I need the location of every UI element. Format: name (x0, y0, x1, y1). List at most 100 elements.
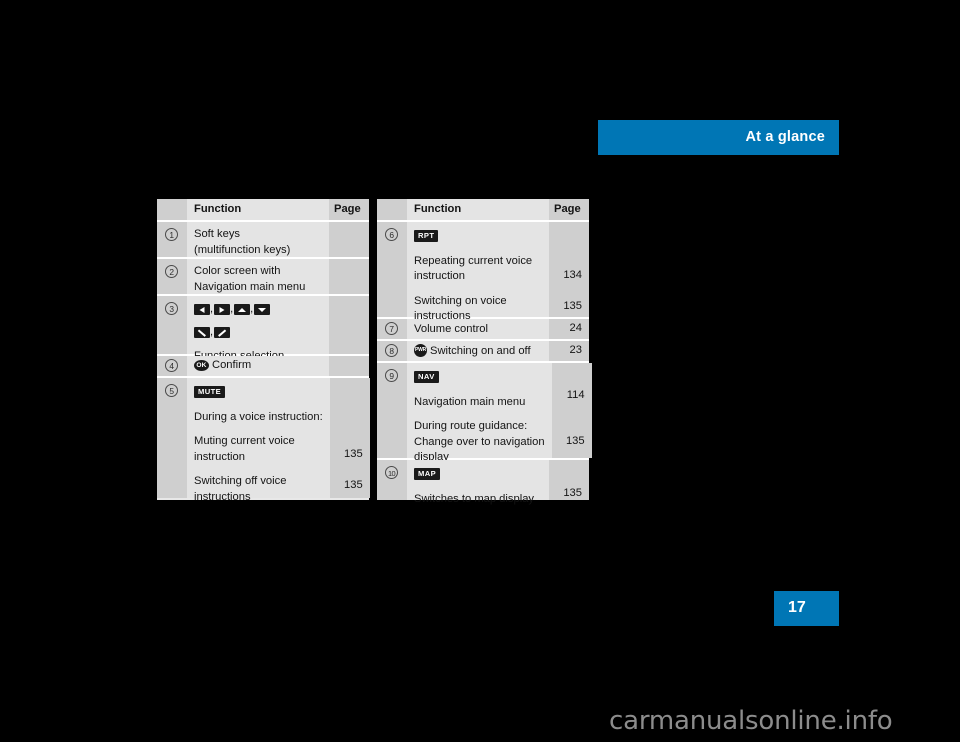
rpt-key-icon: RPT (414, 230, 439, 243)
circled-number-icon: 5 (165, 384, 178, 397)
function-table-left: Function Page 1 Soft keys (multifunction… (157, 199, 370, 503)
badge-line: NAV (414, 370, 545, 386)
function-line: Volume control (414, 323, 489, 335)
site-watermark: carmanualsonline.info (609, 706, 893, 736)
function-line: instruction (194, 450, 245, 463)
separator-comma: , (230, 303, 234, 315)
circled-number-icon: 4 (165, 359, 178, 372)
row-function-cell: Soft keys (multifunction keys) (187, 222, 329, 257)
row-page-cell: 24 (549, 319, 589, 339)
function-line: Switching on and off (430, 344, 531, 357)
row-function-cell: ,,, , Function selection (187, 296, 329, 362)
circled-number-icon: 3 (165, 302, 178, 315)
header-cell-page: Page (329, 199, 369, 220)
row-marker-cell: 4 (157, 356, 187, 376)
circled-number-icon: 1 (165, 228, 178, 241)
arrow-down-key-icon (254, 304, 271, 316)
page-title: At a glance (745, 129, 825, 145)
row-marker-cell: 8 (377, 341, 407, 361)
function-line: Navigation main menu (414, 395, 526, 408)
page-reference: 135 (344, 448, 363, 460)
header-cell-marker (157, 199, 187, 220)
row-page-cell: 134 135 (549, 222, 589, 317)
page-reference: 135 (563, 487, 582, 499)
function-line: During a voice instruction: (194, 410, 323, 423)
function-line: instructions (194, 490, 251, 503)
table-header-row: Function Page (157, 199, 369, 222)
function-line: (multifunction keys) (194, 243, 291, 256)
arrow-key-group-primary: ,,, (194, 302, 322, 318)
table-row: 2 Color screen with Navigation main menu (157, 259, 369, 296)
table-row: 1 Soft keys (multifunction keys) (157, 222, 369, 259)
row-marker-cell: 1 (157, 222, 187, 257)
row-marker-cell: 6 (377, 222, 407, 317)
page-number-tab: 17 (774, 591, 839, 626)
arrow-left-key-icon (194, 304, 210, 316)
function-line: Navigation main menu (194, 280, 306, 293)
header-cell-page: Page (549, 199, 589, 220)
function-line: Change over to navigation (414, 435, 545, 448)
row-page-cell (329, 259, 369, 294)
row-page-cell (329, 356, 369, 376)
function-line: Muting current voice (194, 435, 295, 447)
separator-comma: , (250, 303, 254, 315)
row-function-cell: Color screen with Navigation main menu (187, 259, 329, 294)
row-function-cell: RPT Repeating current voice instruction … (407, 222, 549, 322)
header-cell-function: Function (187, 199, 329, 220)
table-row: 6 RPT Repeating current voice instructio… (377, 222, 589, 322)
function-table-right: Function Page 6 RPT Repeating current vo… (377, 199, 592, 505)
arrow-diag-down-right-key-icon (194, 327, 210, 339)
circled-number-icon: 7 (385, 322, 398, 335)
page-reference: 24 (569, 322, 582, 334)
row-function-cell: MAP Switches to map display (407, 460, 549, 505)
function-line: Switching off voice (194, 475, 287, 487)
function-line: instruction (414, 270, 465, 282)
header-page-label: Page (554, 203, 581, 215)
row-marker-cell: 3 (157, 296, 187, 354)
row-function-cell: MUTE During a voice instruction: Muting … (187, 378, 330, 503)
row-function-cell: OK Confirm (187, 356, 329, 376)
function-line: Soft keys (194, 228, 241, 240)
row-function-cell: Volume control (407, 319, 549, 339)
row-marker-cell: 9 (377, 363, 407, 458)
badge-line: RPT (414, 229, 542, 245)
page-reference: 135 (565, 435, 585, 447)
page-reference: 23 (569, 344, 582, 356)
badge-line: MUTE (194, 385, 323, 401)
table-row: 3 ,,, , Function selection (157, 296, 369, 362)
row-function-cell: NAV Navigation main menu During route gu… (407, 363, 552, 488)
mute-key-icon: MUTE (194, 386, 226, 399)
table-row: 9 NAV Navigation main menu During route … (377, 363, 592, 488)
table-row: 10 MAP Switches to map display 135 (377, 460, 589, 505)
section-header-banner: At a glance (598, 120, 839, 155)
function-line: During route guidance: (414, 420, 528, 432)
function-line: Switching on voice (414, 294, 507, 307)
row-page-cell: 23 (549, 341, 589, 361)
function-line: Switches to map display (414, 492, 535, 505)
row-marker-cell: 2 (157, 259, 187, 294)
header-page-label: Page (334, 203, 361, 215)
row-marker-cell: 7 (377, 319, 407, 339)
circled-number-icon: 6 (385, 228, 398, 241)
row-page-cell (329, 296, 369, 354)
power-button-icon: PWR (414, 344, 427, 357)
header-cell-marker (377, 199, 407, 220)
row-marker-cell: 10 (377, 460, 407, 500)
row-page-cell: 135 (549, 460, 589, 500)
ok-button-icon: OK (194, 359, 209, 371)
function-line: Repeating current voice (414, 254, 533, 267)
circled-number-icon: 10 (385, 466, 398, 479)
arrow-diag-up-right-key-icon (214, 327, 231, 339)
circled-number-icon: 8 (385, 344, 398, 357)
page-reference: 114 (566, 389, 585, 401)
function-line: Confirm (212, 359, 252, 372)
table-row: 4 OK Confirm (157, 356, 369, 378)
page-reference: 134 (563, 269, 582, 281)
function-line: Color screen with (194, 265, 281, 277)
circled-number-icon: 2 (165, 265, 178, 278)
table-header-row: Function Page (377, 199, 589, 222)
row-function-cell: PWR Switching on and off (407, 341, 549, 361)
row-page-cell: 135 135 (329, 378, 370, 498)
header-cell-function: Function (407, 199, 549, 220)
row-page-cell: 114 135 138 (551, 363, 592, 472)
